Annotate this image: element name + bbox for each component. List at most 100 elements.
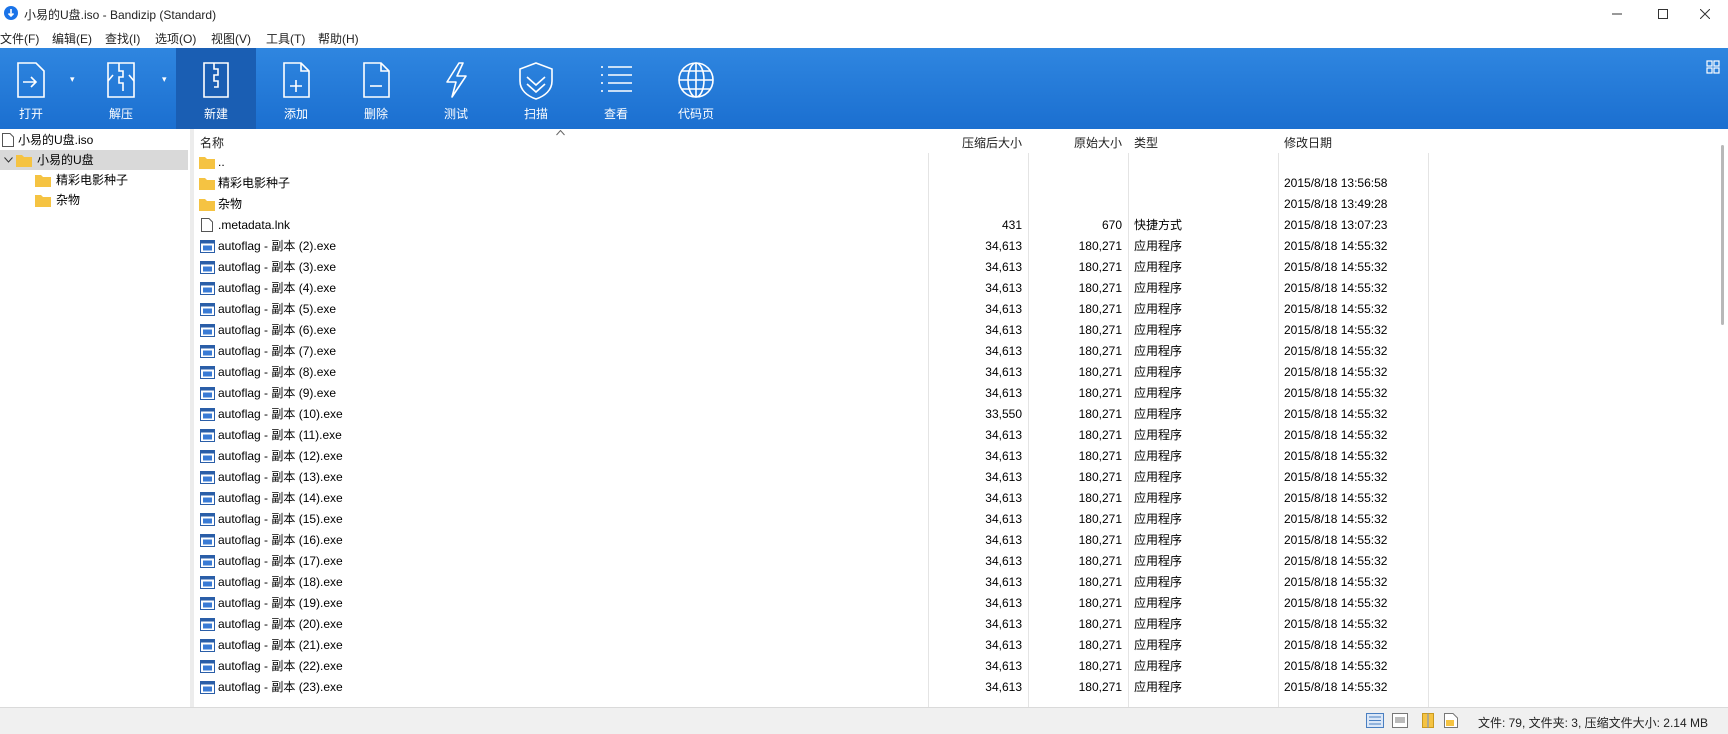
table-row[interactable]: autoflag - 副本 (10).exe 33,550 180,271 应用程序 2… <box>195 404 1728 425</box>
file-original-size: 180,271 <box>1078 302 1122 316</box>
file-name: autoflag - 副本 (22).exe <box>218 659 343 673</box>
layout-toggle-icon[interactable] <box>1706 60 1720 77</box>
table-row[interactable]: autoflag - 副本 (22).exe 34,613 180,271 应用程序 2… <box>195 656 1728 677</box>
table-row[interactable]: autoflag - 副本 (13).exe 34,613 180,271 应用程序 2… <box>195 467 1728 488</box>
delete-button[interactable]: 删除 <box>336 48 416 129</box>
minimize-button[interactable] <box>1594 0 1640 27</box>
open-label: 打开 <box>18 107 43 121</box>
archive-info-icon[interactable] <box>1422 713 1434 728</box>
file-original-size: 180,271 <box>1078 260 1122 274</box>
list-view-icon <box>601 66 632 92</box>
file-name: autoflag - 副本 (23).exe <box>218 680 343 694</box>
file-packed-size: 34,613 <box>985 386 1022 400</box>
table-row[interactable]: autoflag - 副本 (2).exe 34,613 180,271 应用程序 20… <box>195 236 1728 257</box>
maximize-button[interactable] <box>1640 0 1686 27</box>
file-modified: 2015/8/18 14:55:32 <box>1284 491 1388 505</box>
file-modified: 2015/8/18 14:55:32 <box>1284 470 1388 484</box>
menu-view[interactable]: 视图(V) <box>211 30 251 47</box>
vertical-scrollbar[interactable] <box>1718 129 1728 707</box>
file-original-size: 180,271 <box>1078 239 1122 253</box>
folder-icon <box>199 178 215 190</box>
menu-file[interactable]: 文件(F) <box>0 30 39 47</box>
file-original-size: 180,271 <box>1078 344 1122 358</box>
test-button[interactable]: 测试 <box>416 48 496 129</box>
table-row[interactable]: autoflag - 副本 (5).exe 34,613 180,271 应用程序 20… <box>195 299 1728 320</box>
table-row[interactable]: autoflag - 副本 (7).exe 34,613 180,271 应用程序 20… <box>195 341 1728 362</box>
extract-dropdown-chevron-icon[interactable]: ▾ <box>162 74 167 85</box>
column-header-packed[interactable]: 压缩后大小 <box>928 134 1022 151</box>
table-row[interactable]: autoflag - 副本 (15).exe 34,613 180,271 应用程序 2… <box>195 509 1728 530</box>
table-row[interactable]: 杂物 2015/8/18 13:49:28 <box>195 194 1728 215</box>
list-header: 名称 压缩后大小 原始大小 类型 修改日期 <box>195 129 1728 153</box>
table-row[interactable]: autoflag - 副本 (8).exe 34,613 180,271 应用程序 20… <box>195 362 1728 383</box>
disc-image-file-icon <box>2 133 14 147</box>
details-view-icon[interactable] <box>1366 713 1384 728</box>
view-button[interactable]: 查看 <box>576 48 656 129</box>
new-archive-button[interactable]: 新建 <box>176 48 256 129</box>
column-header-name[interactable]: 名称 <box>200 134 224 151</box>
scan-button[interactable]: 扫描 <box>496 48 576 129</box>
table-row[interactable]: autoflag - 副本 (11).exe 34,613 180,271 应用程序 2… <box>195 425 1728 446</box>
scrollbar-thumb[interactable] <box>1721 145 1724 325</box>
executable-icon <box>200 639 215 652</box>
chevron-down-icon[interactable] <box>4 157 13 163</box>
file-modified: 2015/8/18 14:55:32 <box>1284 281 1388 295</box>
table-row[interactable]: .metadata.lnk 431 670 快捷方式 2015/8/18 13:07:2… <box>195 215 1728 236</box>
extract-button[interactable]: 解压 <box>86 48 156 129</box>
preview-pane-icon[interactable] <box>1392 713 1408 728</box>
table-row[interactable]: autoflag - 副本 (23).exe 34,613 180,271 应用程序 2… <box>195 677 1728 698</box>
file-name: autoflag - 副本 (4).exe <box>218 281 337 295</box>
menu-edit[interactable]: 编辑(E) <box>52 30 92 47</box>
table-row[interactable]: autoflag - 副本 (3).exe 34,613 180,271 应用程序 20… <box>195 257 1728 278</box>
add-label: 添加 <box>283 107 308 121</box>
menu-options[interactable]: 选项(O) <box>155 30 196 47</box>
table-row[interactable]: .. <box>195 152 1728 173</box>
status-bar: 文件: 79, 文件夹: 3, 压缩文件大小: 2.14 MB <box>0 707 1728 734</box>
sort-ascending-icon[interactable] <box>556 130 565 136</box>
executable-icon <box>200 513 215 526</box>
scan-label: 扫描 <box>523 107 548 121</box>
file-name: 精彩电影种子 <box>218 176 291 190</box>
close-button[interactable] <box>1682 0 1728 27</box>
file-modified: 2015/8/18 14:55:32 <box>1284 554 1388 568</box>
menu-help[interactable]: 帮助(H) <box>318 30 359 47</box>
table-row[interactable]: autoflag - 副本 (14).exe 34,613 180,271 应用程序 2… <box>195 488 1728 509</box>
table-row[interactable]: autoflag - 副本 (12).exe 34,613 180,271 应用程序 2… <box>195 446 1728 467</box>
file-original-size: 180,271 <box>1078 407 1122 421</box>
menu-tools[interactable]: 工具(T) <box>266 30 305 47</box>
table-row[interactable]: autoflag - 副本 (6).exe 34,613 180,271 应用程序 20… <box>195 320 1728 341</box>
table-row[interactable]: autoflag - 副本 (21).exe 34,613 180,271 应用程序 2… <box>195 635 1728 656</box>
codepage-button[interactable]: 代码页 <box>656 48 736 129</box>
file-modified: 2015/8/18 14:55:32 <box>1284 680 1388 694</box>
column-header-type[interactable]: 类型 <box>1134 134 1158 151</box>
file-packed-size: 34,613 <box>985 302 1022 316</box>
open-button[interactable]: 打开 <box>0 48 62 129</box>
globe-icon <box>678 62 714 98</box>
table-row[interactable]: autoflag - 副本 (9).exe 34,613 180,271 应用程序 20… <box>195 383 1728 404</box>
column-header-modified[interactable]: 修改日期 <box>1284 134 1332 151</box>
table-row[interactable]: autoflag - 副本 (20).exe 34,613 180,271 应用程序 2… <box>195 614 1728 635</box>
table-row[interactable]: 精彩电影种子 2015/8/18 13:56:58 <box>195 173 1728 194</box>
menu-find[interactable]: 查找(I) <box>105 30 140 47</box>
file-packed-size: 34,613 <box>985 659 1022 673</box>
add-button[interactable]: 添加 <box>256 48 336 129</box>
file-packed-size: 33,550 <box>985 407 1022 421</box>
bandizip-app-icon <box>4 6 18 20</box>
open-dropdown-chevron-icon[interactable]: ▾ <box>70 74 75 85</box>
file-modified: 2015/8/18 14:55:32 <box>1284 407 1388 421</box>
folder-pane-icon[interactable] <box>1444 713 1458 728</box>
tree-item-usb-folder[interactable]: 小易的U盘 <box>0 150 188 170</box>
window-title: 小易的U盘.iso - Bandizip (Standard) <box>24 8 217 22</box>
table-row[interactable]: autoflag - 副本 (19).exe 34,613 180,271 应用程序 2… <box>195 593 1728 614</box>
file-modified: 2015/8/18 14:55:32 <box>1284 386 1388 400</box>
file-packed-size: 34,613 <box>985 281 1022 295</box>
table-row[interactable]: autoflag - 副本 (17).exe 34,613 180,271 应用程序 2… <box>195 551 1728 572</box>
add-file-icon <box>283 62 310 98</box>
file-original-size: 180,271 <box>1078 575 1122 589</box>
table-row[interactable]: autoflag - 副本 (16).exe 34,613 180,271 应用程序 2… <box>195 530 1728 551</box>
pane-splitter[interactable] <box>190 129 194 707</box>
maximize-icon <box>1658 8 1668 19</box>
table-row[interactable]: autoflag - 副本 (4).exe 34,613 180,271 应用程序 20… <box>195 278 1728 299</box>
column-header-size[interactable]: 原始大小 <box>1028 134 1122 151</box>
table-row[interactable]: autoflag - 副本 (18).exe 34,613 180,271 应用程序 2… <box>195 572 1728 593</box>
